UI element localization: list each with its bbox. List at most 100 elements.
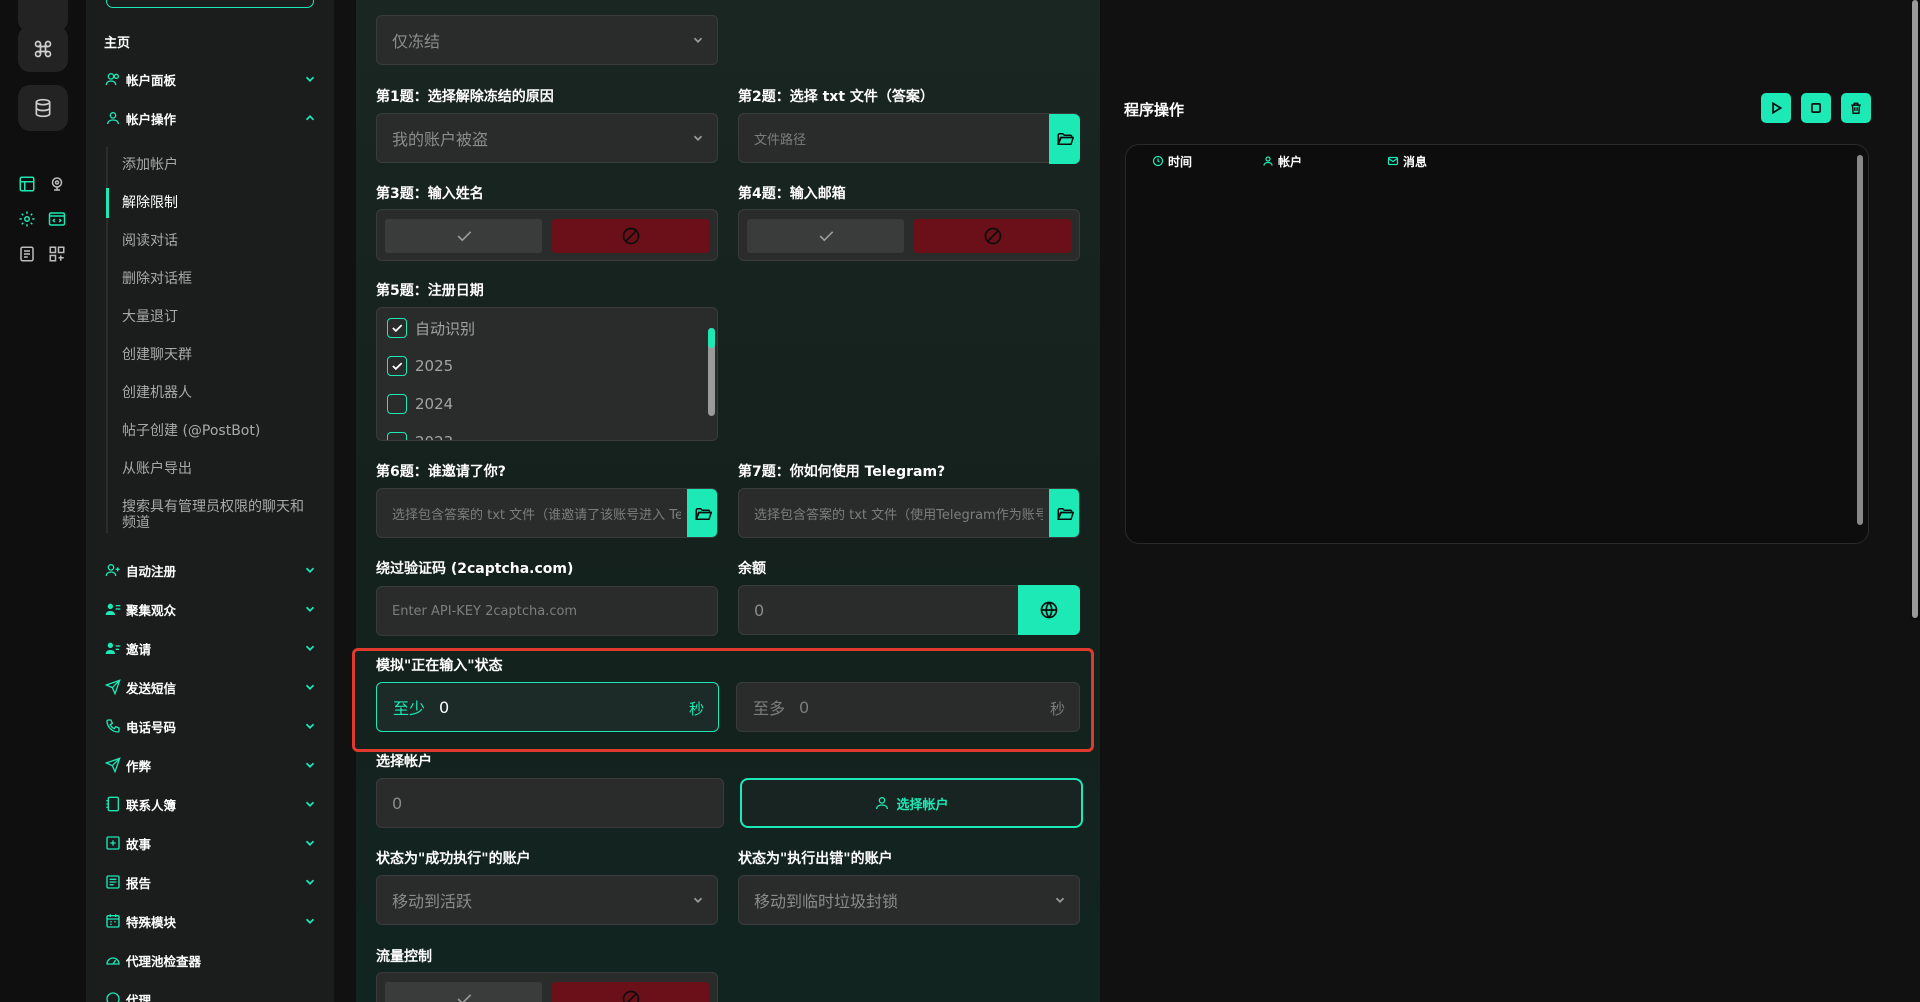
- settings-button[interactable]: [16, 208, 38, 230]
- database-button[interactable]: [18, 85, 68, 131]
- checkbox-checked[interactable]: [387, 318, 407, 338]
- sidebar-subitem[interactable]: 删除对话框: [108, 271, 308, 287]
- captcha-api-key-input[interactable]: Enter API-KEY 2captcha.com: [376, 586, 718, 636]
- chevron-down-icon: [302, 796, 318, 812]
- phone-icon: [104, 717, 122, 735]
- success-action-select[interactable]: 移动到活跃: [376, 875, 718, 925]
- clear-log-button[interactable]: [1841, 93, 1871, 123]
- q7-file-input[interactable]: 选择包含答案的 txt 文件（使用Telegram作为账号）: [738, 488, 1080, 538]
- list-item[interactable]: 自动识别: [387, 317, 475, 339]
- command-icon: [34, 40, 52, 58]
- select-value: 我的账户被盗: [392, 130, 489, 149]
- error-action-select[interactable]: 移动到临时垃圾封锁: [738, 875, 1080, 925]
- log-col-label: 时间: [1168, 154, 1193, 169]
- sidebar-subitem[interactable]: 创建机器人: [108, 385, 308, 401]
- folder-open-icon: [1056, 133, 1074, 145]
- sidebar-item-cheat[interactable]: 作弊: [104, 752, 320, 778]
- sidebar-item-home[interactable]: 主页: [104, 32, 130, 51]
- sidebar-item-proxy[interactable]: 代理: [104, 986, 320, 1002]
- sidebar-top-button[interactable]: [106, 0, 314, 8]
- sidebar-item-special-modules[interactable]: 特殊模块: [104, 908, 320, 934]
- q3-enable-button[interactable]: [385, 219, 542, 253]
- run-button[interactable]: [1761, 93, 1791, 123]
- stop-button[interactable]: [1801, 93, 1831, 123]
- typing-label: 模拟"正在输入"状态: [376, 658, 503, 674]
- users-icon: [104, 70, 122, 88]
- list-item[interactable]: 2023: [387, 431, 453, 440]
- log-col-time: 时间: [1152, 153, 1192, 169]
- sidebar-subitem[interactable]: 从账户导出: [108, 461, 308, 477]
- sidebar-subitem-active[interactable]: 解除限制: [108, 195, 308, 211]
- q6-file-input[interactable]: 选择包含答案的 txt 文件（谁邀请了该账号进入 Telegram）: [376, 488, 718, 538]
- sidebar-subitem[interactable]: 大量退订: [108, 309, 308, 325]
- q2-browse-button[interactable]: [1049, 114, 1080, 164]
- list-item[interactable]: 2025: [387, 355, 453, 377]
- checkbox-checked[interactable]: [387, 356, 407, 376]
- sidebar-item-account-ops[interactable]: 帐户操作: [104, 105, 320, 131]
- q3-disable-button[interactable]: [552, 219, 709, 253]
- q4-enable-button[interactable]: [747, 219, 904, 253]
- sidebar-item-label: 联系人簿: [126, 797, 177, 813]
- typing-max-input[interactable]: 至多 0 秒: [736, 682, 1080, 732]
- list-item[interactable]: 2024: [387, 393, 453, 415]
- sidebar-item-send-sms[interactable]: 发送短信: [104, 674, 320, 700]
- send-plus-icon: [104, 756, 122, 774]
- typing-min-input[interactable]: 至少 0 秒: [376, 682, 719, 732]
- checkbox-unchecked[interactable]: [387, 432, 407, 440]
- sidebar-item-account-panel[interactable]: 帐户面板: [104, 66, 320, 92]
- account-count-input[interactable]: 0: [376, 778, 724, 828]
- log-scrollbar[interactable]: [1857, 155, 1863, 525]
- sidebar-subitem[interactable]: 添加帐户: [108, 157, 308, 173]
- user-icon: [104, 109, 122, 127]
- sidebar-item-label: 聚集观众: [126, 602, 177, 618]
- sidebar-item-gather-audience[interactable]: 聚集观众: [104, 596, 320, 622]
- sidebar-subitem[interactable]: 阅读对话: [108, 233, 308, 249]
- dashboard-button[interactable]: [16, 173, 38, 195]
- q1-reason-select[interactable]: 我的账户被盗: [376, 113, 718, 163]
- sidebar-item-phone-numbers[interactable]: 电话号码: [104, 713, 320, 739]
- q4-disable-button[interactable]: [914, 219, 1071, 253]
- sidebar-item-invite[interactable]: 邀请: [104, 635, 320, 661]
- min-unit: 秒: [688, 700, 704, 718]
- sidebar-item-contacts[interactable]: 联系人簿: [104, 791, 320, 817]
- sidebar-subitem[interactable]: 帖子创建 (@PostBot): [108, 423, 308, 439]
- sidebar-item-label: 故事: [126, 836, 152, 852]
- q2-label: 第2题：选择 txt 文件（答案）: [738, 89, 934, 105]
- q2-file-path-input[interactable]: 文件路径: [738, 113, 1080, 164]
- webcam-button[interactable]: [46, 173, 68, 195]
- notes-button[interactable]: [16, 243, 38, 265]
- globe-icon: [1040, 601, 1058, 619]
- log-col-label: 帐户: [1278, 154, 1303, 169]
- q7-browse-button[interactable]: [1049, 489, 1079, 537]
- check-balance-button[interactable]: [1018, 585, 1080, 635]
- account-count-value: 0: [392, 793, 403, 813]
- flow-disable-button[interactable]: [552, 982, 709, 1002]
- sidebar-subitem[interactable]: 创建聊天群: [108, 347, 308, 363]
- sidebar-item-label: 报告: [126, 875, 152, 891]
- folder-open-icon: [694, 508, 712, 520]
- list-item-label: 自动识别: [415, 319, 476, 338]
- q6-browse-button[interactable]: [687, 489, 717, 537]
- command-button[interactable]: [18, 26, 68, 72]
- page-scrollbar[interactable]: [1910, 0, 1920, 620]
- sidebar-item-auto-register[interactable]: 自动注册: [104, 557, 320, 583]
- checkbox-unchecked[interactable]: [387, 394, 407, 414]
- select-accounts-label: 选择帐户: [376, 754, 432, 770]
- sidebar-item-stories[interactable]: 故事: [104, 830, 320, 856]
- grid-button[interactable]: [46, 243, 68, 265]
- list-item-label: 2025: [415, 357, 454, 375]
- sidebar-subitem[interactable]: 搜索具有管理员权限的聊天和频道: [108, 499, 308, 531]
- freeze-type-select[interactable]: 仅冻结: [376, 15, 718, 65]
- flow-enable-button[interactable]: [385, 982, 542, 1002]
- q5-date-list: 自动识别 2025 2024 2023: [376, 307, 718, 441]
- code-window-button[interactable]: [46, 208, 68, 230]
- chevron-down-icon: [302, 601, 318, 617]
- select-accounts-button[interactable]: 选择帐户: [740, 778, 1083, 828]
- user-invite-icon: [104, 639, 122, 657]
- trash-icon: [1851, 102, 1861, 114]
- gear-icon: [19, 211, 35, 227]
- list-scrollbar-thumb[interactable]: [708, 328, 715, 348]
- sidebar-item-reports[interactable]: 报告: [104, 869, 320, 895]
- sidebar-item-proxy-checker[interactable]: 代理池检查器: [104, 947, 320, 973]
- page-scrollbar-thumb[interactable]: [1912, 0, 1918, 618]
